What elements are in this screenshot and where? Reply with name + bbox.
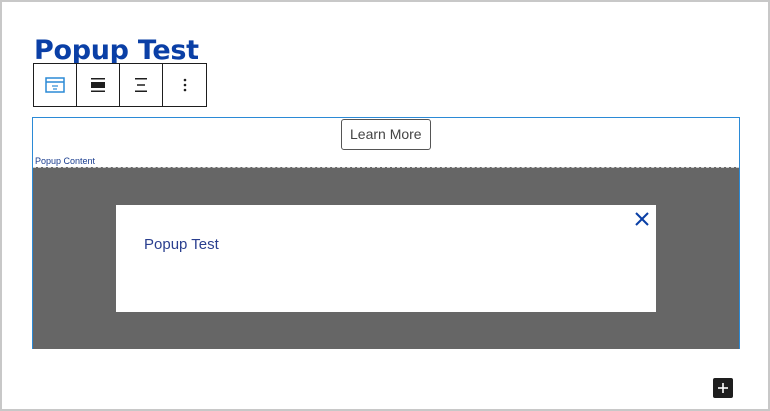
popup-box[interactable]: Popup Test (116, 205, 656, 312)
learn-more-button[interactable]: Learn More (341, 119, 431, 150)
more-options-button[interactable] (163, 64, 206, 106)
more-options-icon (183, 78, 186, 92)
popup-block-button[interactable] (34, 64, 77, 106)
popup-text[interactable]: Popup Test (144, 236, 219, 253)
plus-icon (718, 383, 728, 393)
popup-block-icon (45, 77, 65, 93)
align-center-button[interactable] (120, 64, 163, 106)
align-wide-icon (91, 78, 105, 92)
popup-content-label: Popup Content (35, 156, 96, 166)
editor-canvas: Popup Test Learn More Popup Content Popu… (0, 0, 770, 411)
popup-overlay[interactable]: Popup Test (33, 167, 739, 349)
close-icon[interactable] (634, 211, 650, 227)
add-block-button[interactable] (713, 378, 733, 398)
align-wide-button[interactable] (77, 64, 120, 106)
align-center-icon (135, 78, 147, 92)
block-toolbar (33, 63, 207, 107)
popup-block[interactable]: Learn More Popup Content Popup Test (32, 117, 740, 349)
